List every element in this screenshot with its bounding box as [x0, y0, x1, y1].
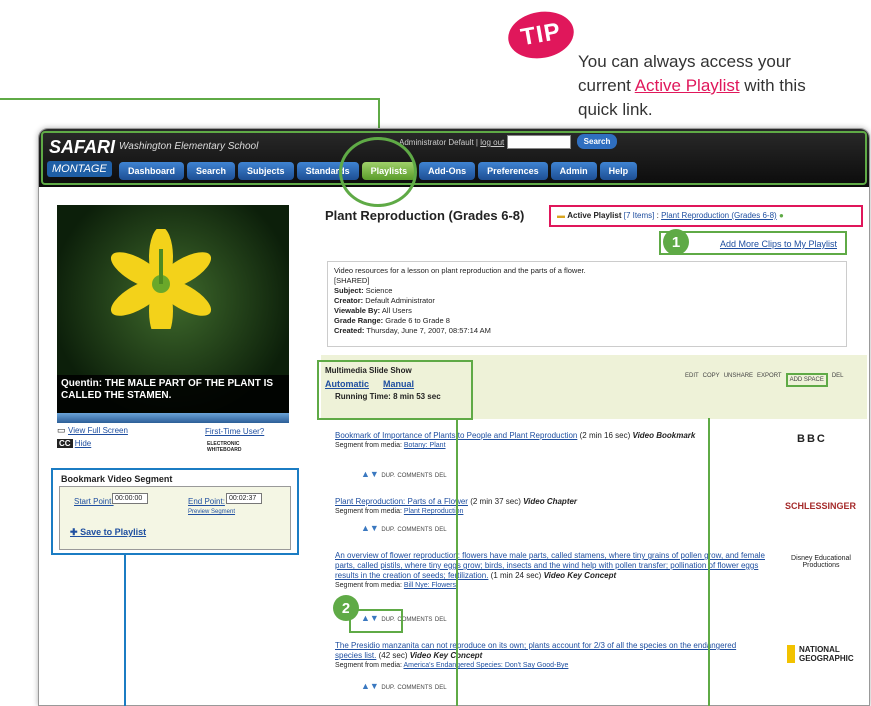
- save-icon: ✚: [70, 527, 78, 537]
- end-point-label: End Point:: [188, 497, 225, 506]
- list-item: Bookmark of Importance of Plants to Peop…: [335, 431, 696, 449]
- go-arrow-icon: ●: [778, 211, 784, 220]
- manual-slideshow-link[interactable]: Manual: [383, 379, 414, 389]
- hide-captions-link[interactable]: Hide: [75, 439, 91, 448]
- reorder-highlight: [349, 609, 403, 633]
- start-point-field[interactable]: 00:00:00: [112, 493, 148, 504]
- publisher-logo: Disney Educational Productions: [791, 555, 851, 569]
- tip-text: You can always access your current Activ…: [578, 52, 806, 119]
- guide-line: [456, 420, 458, 706]
- guide-line: [124, 554, 126, 706]
- list-item: Plant Reproduction: Parts of a Flower (2…: [335, 497, 578, 515]
- reorder-arrows[interactable]: ▲▼ DUP. COMMENTS DEL: [361, 469, 447, 479]
- list-item: An overview of flower reproduction: flow…: [335, 551, 765, 589]
- folder-icon: ▬: [557, 211, 565, 220]
- tip-badge: TIP: [504, 6, 578, 64]
- publisher-logo: SCHLESSINGER: [785, 501, 857, 511]
- tip-active-playlist-link: Active Playlist: [634, 76, 740, 95]
- reorder-arrows[interactable]: ▲▼ DUP. COMMENTS DEL: [361, 523, 447, 533]
- fullscreen-icon: ▭: [57, 425, 66, 435]
- item-title-link[interactable]: Plant Reproduction: Parts of a Flower: [335, 497, 468, 506]
- save-to-playlist-link[interactable]: ✚ Save to Playlist: [70, 527, 146, 538]
- cc-icon: CC: [57, 439, 73, 448]
- slideshow-panel: Multimedia Slide Show Automatic Manual R…: [317, 360, 473, 420]
- start-point-label: Start Point:: [74, 497, 114, 506]
- header-highlight: [41, 131, 867, 185]
- edit-button[interactable]: EDIT: [685, 373, 699, 387]
- copy-button[interactable]: COPY: [703, 373, 720, 387]
- reorder-arrows[interactable]: ▲▼ DUP. COMMENTS DEL: [361, 681, 447, 691]
- running-time: Running Time: 8 min 53 sec: [335, 392, 441, 401]
- video-scrubber[interactable]: [57, 413, 289, 423]
- guide-line: [0, 98, 380, 100]
- app-window: SAFARI MONTAGE Washington Elementary Sch…: [38, 128, 870, 706]
- guide-line: [708, 418, 710, 706]
- flower-image: [110, 229, 212, 329]
- delete-button[interactable]: DEL: [832, 373, 844, 387]
- whiteboard-button[interactable]: ELECTRONIC WHITEBOARD: [207, 441, 267, 453]
- playlist-toolbar: EDIT COPY UNSHARE EXPORT ADD SPACE DEL: [685, 373, 844, 387]
- unshare-button[interactable]: UNSHARE: [724, 373, 753, 387]
- end-point-field[interactable]: 00:02:37: [226, 493, 262, 504]
- list-item: The Presidio manzanita can not reproduce…: [335, 641, 737, 669]
- header-bar: SAFARI MONTAGE Washington Elementary Sch…: [39, 129, 869, 187]
- bookmark-segment-panel: Bookmark Video Segment Start Point: 00:0…: [51, 468, 299, 555]
- add-space-button[interactable]: ADD SPACE: [785, 373, 828, 387]
- export-button[interactable]: EXPORT: [757, 373, 782, 387]
- view-full-screen-link[interactable]: View Full Screen: [68, 426, 128, 435]
- bookmark-title: Bookmark Video Segment: [61, 474, 173, 484]
- callout-1: 1: [663, 229, 689, 255]
- playlists-highlight-circle: [339, 137, 417, 207]
- first-time-user-link[interactable]: First-Time User?: [205, 427, 264, 436]
- video-caption: Quentin: THE MALE PART OF THE PLANT IS C…: [57, 375, 289, 413]
- active-playlist-link[interactable]: ▬ Active Playlist [7 Items] : Plant Repr…: [549, 205, 863, 227]
- publisher-logo: BBC: [797, 433, 827, 445]
- playlist-description: Video resources for a lesson on plant re…: [327, 261, 847, 347]
- publisher-logo: NATIONAL GEOGRAPHIC: [787, 645, 857, 663]
- preview-segment-link[interactable]: Preview Segment: [188, 509, 235, 515]
- playlist-title: Plant Reproduction (Grades 6-8): [325, 208, 525, 223]
- automatic-slideshow-link[interactable]: Automatic: [325, 379, 369, 389]
